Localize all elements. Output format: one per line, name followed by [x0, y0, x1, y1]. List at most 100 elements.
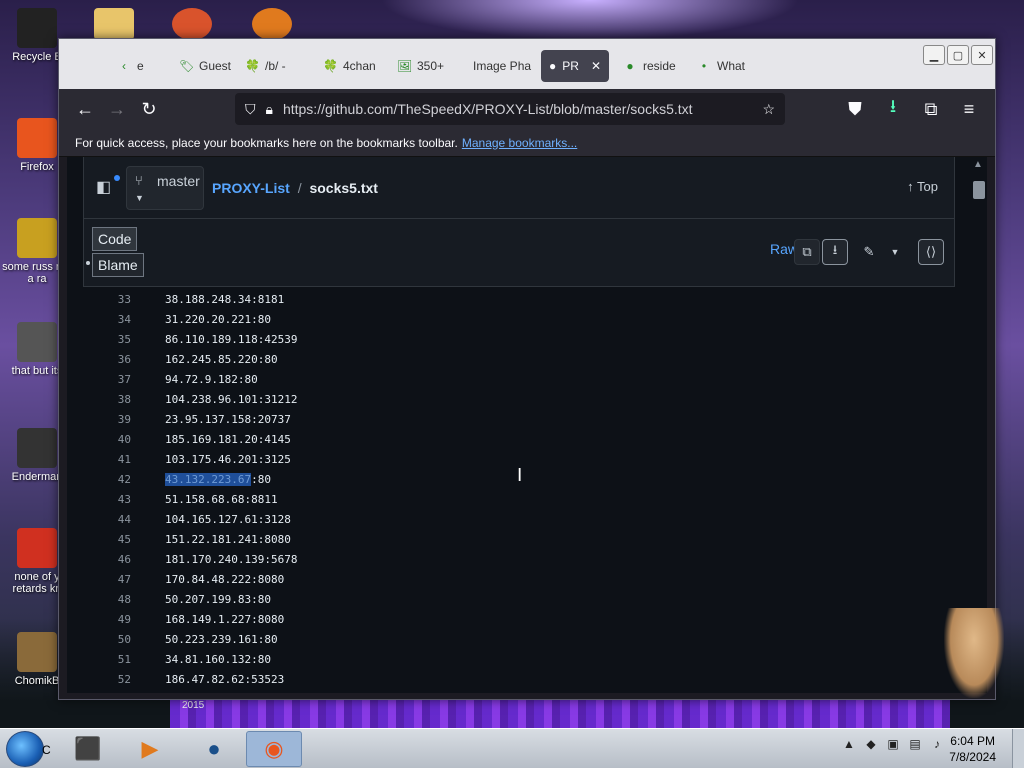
- line-number[interactable]: 45: [83, 533, 131, 546]
- line-number[interactable]: 35: [83, 333, 131, 346]
- browser-tab[interactable]: 🍀 /b/ -: [237, 50, 311, 82]
- line-text-rest[interactable]: :80: [251, 473, 271, 486]
- code-line[interactable]: 39 23.95.137.158:20737: [83, 409, 963, 429]
- code-line[interactable]: 43 51.158.68.68:8811: [83, 489, 963, 509]
- copy-icon[interactable]: ⧉: [794, 239, 820, 265]
- line-number[interactable]: 38: [83, 393, 131, 406]
- sidebar-toggle-icon[interactable]: ◧: [96, 174, 120, 199]
- manage-bookmarks-link[interactable]: Manage bookmarks...: [462, 136, 577, 150]
- line-text[interactable]: 185.169.181.20:4145: [165, 433, 291, 446]
- shield-icon[interactable]: ⛉: [245, 101, 256, 118]
- show-desktop-button[interactable]: [1012, 729, 1024, 768]
- desktop-app-icon-2[interactable]: [252, 8, 292, 40]
- code-line[interactable]: 41 103.175.46.201:3125: [83, 449, 963, 469]
- browser-tab[interactable]: • What: [689, 50, 759, 82]
- code-line[interactable]: 46 181.170.240.139:5678: [83, 549, 963, 569]
- line-number[interactable]: 36: [83, 353, 131, 366]
- browser-tab[interactable]: ● PR ✕: [541, 50, 609, 82]
- taskbar-firefox-icon[interactable]: ◉: [246, 731, 302, 767]
- line-number[interactable]: 52: [83, 673, 131, 686]
- close-tab-icon[interactable]: ✕: [591, 59, 601, 73]
- line-number[interactable]: 44: [83, 513, 131, 526]
- line-text[interactable]: 104.238.96.101:31212: [165, 393, 297, 406]
- address-bar[interactable]: ⛉ 🔒︎ https://github.com/TheSpeedX/PROXY-…: [235, 93, 785, 125]
- line-text[interactable]: 103.175.46.201:3125: [165, 453, 291, 466]
- code-line[interactable]: 40 185.169.181.20:4145: [83, 429, 963, 449]
- repo-link[interactable]: PROXY-List: [212, 180, 290, 196]
- code-line[interactable]: 50 50.223.239.161:80: [83, 629, 963, 649]
- edit-pencil-icon[interactable]: ✎: [856, 239, 882, 265]
- line-number[interactable]: 34: [83, 313, 131, 326]
- downloads-icon[interactable]: ⭳: [877, 93, 909, 125]
- taskbar-globe-icon[interactable]: ●: [186, 731, 242, 767]
- line-text[interactable]: 50.223.239.161:80: [165, 633, 278, 646]
- line-text[interactable]: 168.149.1.227:8080: [165, 613, 284, 626]
- line-number[interactable]: 46: [83, 553, 131, 566]
- tray-app-icon[interactable]: ◆: [862, 733, 880, 755]
- taskbar-media-player-icon[interactable]: ▶: [122, 731, 178, 767]
- clock[interactable]: 6:04 PM 7/8/2024: [949, 733, 996, 765]
- code-line[interactable]: 37 94.72.9.182:80: [83, 369, 963, 389]
- line-number[interactable]: 47: [83, 573, 131, 586]
- top-link[interactable]: ↑ Top: [907, 179, 938, 194]
- code-line[interactable]: 44 104.165.127.61:3128: [83, 509, 963, 529]
- line-number[interactable]: 50: [83, 633, 131, 646]
- desktop-app-icon[interactable]: [172, 8, 212, 40]
- browser-tab[interactable]: 🍀 4chan: [315, 50, 385, 82]
- line-text[interactable]: 86.110.189.118:42539: [165, 333, 297, 346]
- start-button[interactable]: [6, 731, 44, 767]
- line-number[interactable]: 40: [83, 433, 131, 446]
- line-text[interactable]: 186.47.82.62:53523: [165, 673, 284, 686]
- code-line[interactable]: 36 162.245.85.220:80: [83, 349, 963, 369]
- reload-button[interactable]: ↻: [133, 93, 165, 125]
- extensions-icon[interactable]: ⧉: [915, 93, 947, 125]
- browser-tab[interactable]: ‹ e: [109, 50, 167, 82]
- line-text[interactable]: 38.188.248.34:8181: [165, 293, 284, 306]
- maximize-button[interactable]: ▢: [947, 45, 969, 65]
- line-number[interactable]: 48: [83, 593, 131, 606]
- tray-display-icon[interactable]: ▣: [884, 733, 902, 755]
- code-line[interactable]: 52 186.47.82.62:53523: [83, 669, 963, 689]
- line-text[interactable]: 50.207.199.83:80: [165, 593, 271, 606]
- forward-button[interactable]: →: [101, 93, 133, 125]
- lock-icon[interactable]: 🔒︎: [266, 101, 273, 118]
- code-tab[interactable]: Code: [92, 227, 138, 251]
- line-text[interactable]: 170.84.48.222:8080: [165, 573, 284, 586]
- symbols-panel-icon[interactable]: ⟨⟩: [918, 239, 944, 265]
- line-number[interactable]: 43: [83, 493, 131, 506]
- close-window-button[interactable]: ✕: [971, 45, 993, 65]
- code-line[interactable]: 38 104.238.96.101:31212: [83, 389, 963, 409]
- code-line[interactable]: 34 31.220.20.221:80: [83, 309, 963, 329]
- line-text[interactable]: 51.158.68.68:8811: [165, 493, 278, 506]
- bookmark-star-icon[interactable]: ☆: [762, 101, 775, 118]
- menu-icon[interactable]: ≡: [953, 93, 985, 125]
- code-line[interactable]: 45 151.22.181.241:8080: [83, 529, 963, 549]
- line-number[interactable]: 41: [83, 453, 131, 466]
- code-line[interactable]: 42 43.132.223.67:80: [83, 469, 963, 489]
- blame-tab[interactable]: Blame: [92, 253, 144, 277]
- browser-tab[interactable]: 🖼 350+: [389, 50, 455, 82]
- line-text[interactable]: 23.95.137.158:20737: [165, 413, 291, 426]
- code-line[interactable]: 35 86.110.189.118:42539: [83, 329, 963, 349]
- tray-network-icon[interactable]: ▤: [906, 733, 924, 755]
- code-line[interactable]: 33 38.188.248.34:8181: [83, 289, 963, 309]
- minimize-button[interactable]: ▁: [923, 45, 945, 65]
- selected-text[interactable]: 43.132.223.67: [165, 472, 252, 486]
- line-number[interactable]: 33: [83, 293, 131, 306]
- browser-tab[interactable]: 🏷 Guest: [171, 50, 235, 82]
- taskbar-app-cube-icon[interactable]: ⬛: [60, 731, 116, 767]
- line-text[interactable]: 34.81.160.132:80: [165, 653, 271, 666]
- line-text[interactable]: 94.72.9.182:80: [165, 373, 258, 386]
- tray-volume-icon[interactable]: ♪: [928, 733, 946, 755]
- code-line[interactable]: 49 168.149.1.227:8080: [83, 609, 963, 629]
- download-icon[interactable]: ⭳: [822, 239, 848, 265]
- scroll-up-arrow[interactable]: ▲: [973, 159, 983, 170]
- back-button[interactable]: ←: [69, 93, 101, 125]
- line-text[interactable]: 31.220.20.221:80: [165, 313, 271, 326]
- tray-expand-icon[interactable]: ▲: [840, 733, 858, 755]
- pocket-icon[interactable]: ⛊: [839, 93, 871, 125]
- browser-tab[interactable]: Image Pha: [459, 50, 537, 82]
- line-text[interactable]: 43.132.223.67:80: [165, 472, 271, 486]
- code-line[interactable]: 51 34.81.160.132:80: [83, 649, 963, 669]
- line-number[interactable]: 49: [83, 613, 131, 626]
